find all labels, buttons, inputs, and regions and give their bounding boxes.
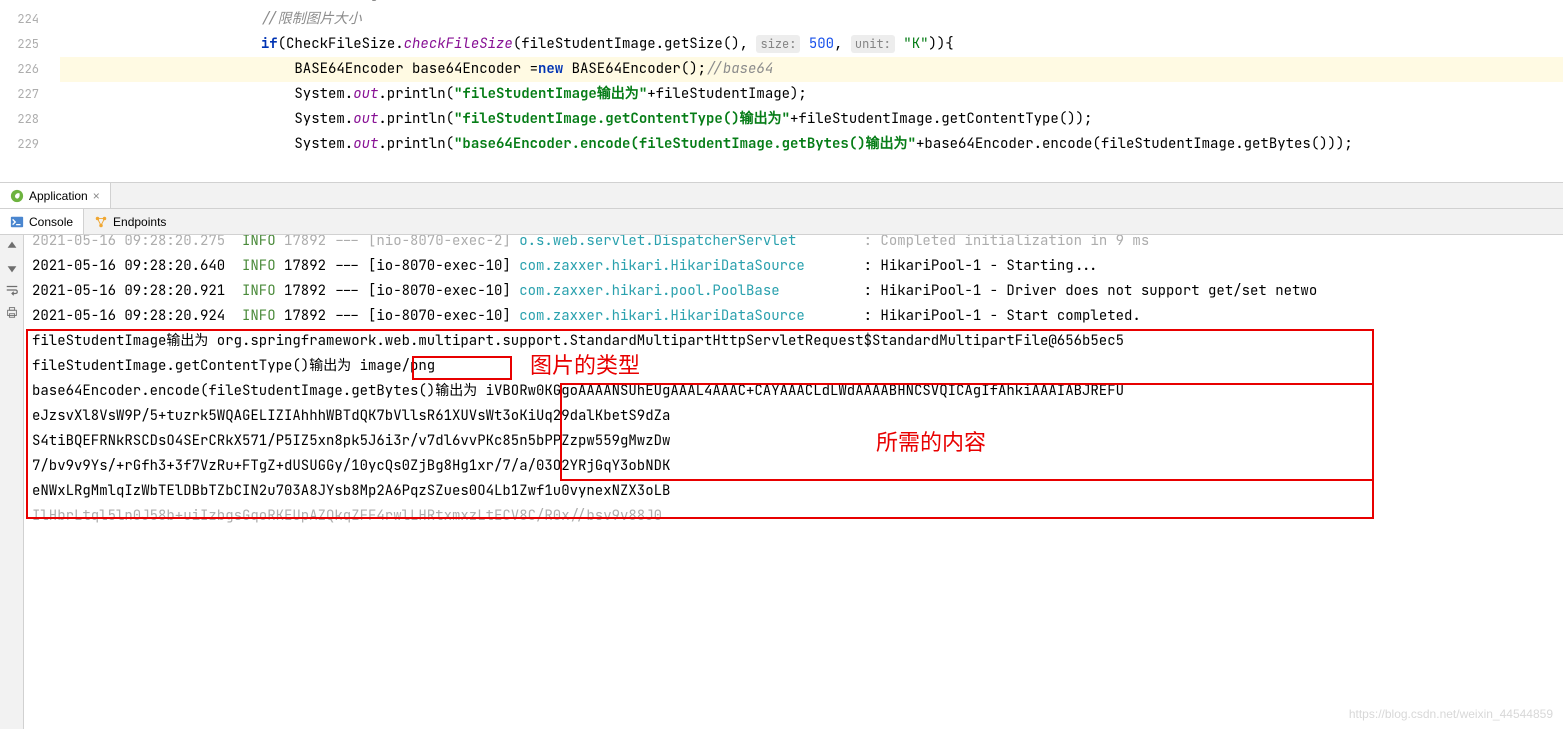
code-line[interactable]: BASE64Encoder base64Encoder =new BASE64E…: [60, 57, 1563, 82]
console-toolbar: [0, 235, 24, 729]
code-editor[interactable]: 223 224 225 226 227 228 229 if(fileStude…: [0, 0, 1563, 182]
console-output[interactable]: 2021-05-16 09:28:20.275 INFO 17892 --- […: [24, 235, 1563, 729]
tab-console[interactable]: Console: [0, 209, 84, 234]
annotation-label-type: 图片的类型: [528, 353, 642, 378]
line-number: 224: [0, 7, 39, 32]
line-number: 225: [0, 32, 39, 57]
code-line[interactable]: if(CheckFileSize.checkFileSize(fileStude…: [60, 32, 1563, 57]
annotation-box-contenttype: [412, 356, 512, 380]
spring-icon: [10, 189, 24, 203]
sub-tab-label: Console: [29, 215, 73, 229]
soft-wrap-icon[interactable]: [5, 283, 19, 297]
console-icon: [10, 215, 24, 229]
code-content[interactable]: if(fileStudentImage != null){ //限制图片大小 i…: [60, 0, 1563, 182]
tool-window-header: Application ×: [0, 183, 1563, 209]
watermark: https://blog.csdn.net/weixin_44544859: [1349, 702, 1553, 727]
code-line[interactable]: if(fileStudentImage != null){: [60, 0, 1563, 7]
line-number: 229: [0, 132, 39, 157]
close-icon[interactable]: ×: [93, 189, 100, 203]
log-line: 2021-05-16 09:28:20.275 INFO 17892 --- […: [32, 235, 1555, 254]
log-line: 2021-05-16 09:28:20.921 INFO 17892 --- […: [32, 279, 1555, 304]
code-line[interactable]: //限制图片大小: [60, 7, 1563, 32]
code-line[interactable]: System.out.println("fileStudentImage.get…: [60, 107, 1563, 132]
code-line[interactable]: [60, 157, 1563, 182]
tab-application[interactable]: Application ×: [0, 183, 111, 208]
scroll-down-icon[interactable]: [5, 261, 19, 275]
code-line[interactable]: System.out.println("base64Encoder.encode…: [60, 132, 1563, 157]
print-icon[interactable]: [5, 305, 19, 319]
sub-tab-label: Endpoints: [113, 215, 166, 229]
line-number: 228: [0, 107, 39, 132]
endpoints-icon: [94, 215, 108, 229]
tab-endpoints[interactable]: Endpoints: [84, 209, 176, 234]
sub-tabs: Console Endpoints: [0, 209, 1563, 235]
line-number: 223: [0, 0, 39, 7]
line-number: 226: [0, 57, 39, 82]
log-line: 2021-05-16 09:28:20.924 INFO 17892 --- […: [32, 304, 1555, 329]
tool-window: Application × Console Endpoints 2021-05-…: [0, 182, 1563, 729]
editor-gutter: 223 224 225 226 227 228 229: [0, 0, 60, 182]
scroll-up-icon[interactable]: [5, 239, 19, 253]
code-line[interactable]: System.out.println("fileStudentImage输出为"…: [60, 82, 1563, 107]
tab-label: Application: [29, 189, 88, 203]
line-number: 227: [0, 82, 39, 107]
log-line: 2021-05-16 09:28:20.640 INFO 17892 --- […: [32, 254, 1555, 279]
annotation-label-content: 所需的内容: [874, 430, 988, 455]
